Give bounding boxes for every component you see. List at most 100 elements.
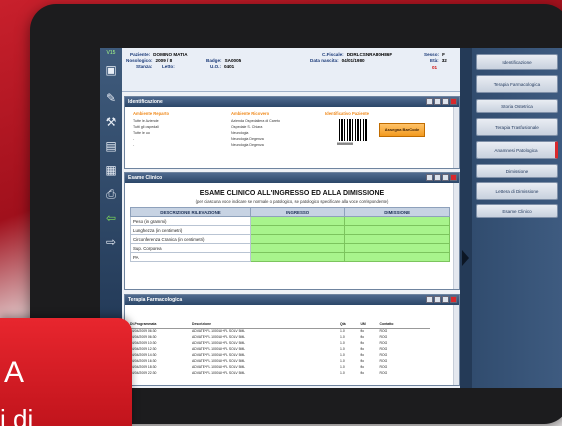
menu-splitter[interactable] bbox=[460, 48, 472, 388]
nosologico-field: Nosologico: 2009 / 8 bbox=[126, 58, 173, 63]
dimissione-input[interactable] bbox=[344, 234, 450, 244]
uo-field: U.O.: 0401 bbox=[210, 64, 235, 69]
letto-field: Letto: bbox=[162, 64, 175, 69]
assegna-barcode-button[interactable]: Assegna BarCode bbox=[379, 123, 425, 137]
row-label: Peso (in grammi) bbox=[130, 216, 251, 226]
sesso-field: Sesso: F bbox=[424, 52, 445, 57]
maximize-icon[interactable] bbox=[442, 296, 449, 303]
table-row[interactable]: 14/04/2009 22:30 ADVATE*FL 1000UI+FL SOLV… bbox=[130, 370, 430, 376]
table-row: Circonferenza Cranica (in centimetri) bbox=[130, 234, 450, 244]
close-icon[interactable] bbox=[450, 174, 457, 181]
panel-window-buttons bbox=[426, 296, 457, 303]
menu-item-lettera-dimissione[interactable]: Lettera di Dimissione bbox=[476, 182, 558, 200]
column-header[interactable]: Descrizione bbox=[192, 321, 340, 329]
column-header[interactable]: Contatto bbox=[379, 321, 430, 329]
eta-field: Età: 32 bbox=[430, 58, 447, 63]
back-arrow-icon[interactable]: ⇦ bbox=[103, 210, 119, 226]
identificazione-title: Identificazione bbox=[125, 97, 459, 107]
esame-clinico-title: Esame Clinico bbox=[125, 173, 459, 183]
menu-item-esame-clinico[interactable]: Esame Clinico bbox=[476, 204, 558, 218]
ambiente-ricovero: Ambiente Ricovero Azienda Ospedaliera di… bbox=[231, 111, 280, 147]
terapia-panel: Terapia Farmacologica Dt.Programmata Des… bbox=[124, 294, 460, 386]
maximize-icon[interactable] bbox=[442, 174, 449, 181]
menu-item-terapia-farmacologica[interactable]: Terapia Farmacologica bbox=[476, 75, 558, 93]
document-icon[interactable]: ▤ bbox=[103, 138, 119, 154]
collapse-arrow-icon[interactable] bbox=[462, 250, 469, 266]
identificazione-panel: Identificazione Ambiente Reparto Tutte l… bbox=[124, 96, 460, 169]
menu-item-storia-ostetrica[interactable]: Storia Ostetrica bbox=[476, 99, 558, 113]
close-icon[interactable] bbox=[450, 296, 457, 303]
column-header: INGRESSO bbox=[249, 207, 346, 217]
menu-item-terapia-trasfusionale[interactable]: Terapia Trasfusionale bbox=[476, 118, 558, 136]
cf-field: C.Fiscale: DDRLCSNRA80H86F bbox=[322, 52, 393, 57]
patient-name-field: Paziente: DOMINO MATIA bbox=[130, 52, 188, 57]
esame-heading: ESAME CLINICO ALL'INGRESSO ED ALLA DIMIS… bbox=[199, 190, 385, 197]
cell: 1.0 bbox=[340, 371, 345, 375]
esame-clinico-panel: Esame Clinico ESAME CLINICO ALL'INGRESSO… bbox=[124, 172, 460, 290]
menu-item-identificazione[interactable]: Identificazione bbox=[476, 54, 558, 70]
row-label: Sup. Corporea bbox=[130, 243, 251, 253]
ingresso-input[interactable] bbox=[249, 252, 346, 262]
forward-arrow-icon[interactable]: ⇨ bbox=[103, 234, 119, 250]
barcode-number: 00000000 bbox=[337, 142, 353, 146]
cell: ROG bbox=[379, 371, 388, 375]
row-label: Lunghezza (in centimetri) bbox=[130, 225, 251, 235]
monitor-icon[interactable]: ▣ bbox=[103, 62, 119, 78]
row-label: PA bbox=[130, 252, 251, 262]
table-row: PA bbox=[130, 252, 450, 262]
ambiente-reparto: Ambiente Reparto Tutte le Aziende Tutti … bbox=[133, 111, 170, 147]
esame-table: DESCRIZIONE RILEVAZIONE INGRESSO DIMISSI… bbox=[130, 207, 450, 262]
column-header[interactable]: Qtà bbox=[340, 321, 361, 329]
promo-card: A i di bbox=[0, 318, 132, 426]
stanza-field: Stanza: bbox=[136, 64, 153, 69]
dimissione-input[interactable] bbox=[344, 216, 450, 226]
promo-small-text: i di bbox=[0, 404, 34, 426]
restore-icon[interactable] bbox=[434, 174, 441, 181]
dimissione-input[interactable] bbox=[344, 225, 450, 235]
dimissione-input[interactable] bbox=[344, 243, 450, 253]
table-row: Peso (in grammi) bbox=[130, 216, 450, 226]
column-header[interactable]: UM bbox=[360, 321, 380, 329]
minimize-icon[interactable] bbox=[426, 174, 433, 181]
column-header[interactable]: Dt.Programmata bbox=[130, 321, 192, 329]
save-icon[interactable]: ▦ bbox=[103, 162, 119, 178]
restore-icon[interactable] bbox=[434, 296, 441, 303]
esame-subheading: (per ciascuna voce indicare se normale o… bbox=[195, 199, 389, 204]
table-row: Lunghezza (in centimetri) bbox=[130, 225, 450, 235]
menu-item-anamnesi-patologica[interactable]: Anamnesi Patologica bbox=[476, 141, 558, 159]
maximize-icon[interactable] bbox=[442, 98, 449, 105]
identificazione-scrollbar[interactable] bbox=[453, 107, 459, 168]
terapia-scrollbar[interactable] bbox=[453, 305, 459, 385]
pencil-icon[interactable]: ✎ bbox=[103, 90, 119, 106]
barcode-image bbox=[339, 119, 367, 141]
print-icon[interactable]: ⎙ bbox=[103, 186, 119, 202]
alert-badge[interactable]: 01 bbox=[432, 65, 437, 70]
close-icon[interactable] bbox=[450, 98, 457, 105]
table-row: Sup. Corporea bbox=[130, 243, 450, 253]
cell: flo bbox=[360, 371, 365, 375]
column-header: DESCRIZIONE RILEVAZIONE bbox=[130, 207, 251, 217]
app-screen: V15 ▣ ✎ ⚒ ▤ ▦ ⎙ ⇦ ⇨ Paziente: DOMINO MATI… bbox=[100, 48, 562, 388]
right-menu: Identificazione Terapia Farmacologica St… bbox=[460, 48, 562, 388]
minimize-icon[interactable] bbox=[426, 98, 433, 105]
promo-big-text: A bbox=[4, 356, 25, 389]
identificativo-heading: Identificativo Paziente bbox=[325, 111, 369, 116]
column-header: DIMISSIONE bbox=[344, 207, 450, 217]
terapia-title: Terapia Farmacologica bbox=[125, 295, 459, 305]
ingresso-input[interactable] bbox=[249, 243, 346, 253]
ingresso-input[interactable] bbox=[249, 234, 346, 244]
version-label: V15 bbox=[106, 50, 116, 56]
dob-field: Data nascita: 04/01/1980 bbox=[310, 58, 365, 63]
badge-field: Badge: SA0005 bbox=[206, 58, 242, 63]
esame-scrollbar[interactable] bbox=[453, 183, 459, 289]
minimize-icon[interactable] bbox=[426, 296, 433, 303]
ingresso-input[interactable] bbox=[249, 225, 346, 235]
ingresso-input[interactable] bbox=[249, 216, 346, 226]
cell: ADVATE*FL 1000UI+FL SOLV 5ML bbox=[192, 371, 246, 375]
restore-icon[interactable] bbox=[434, 98, 441, 105]
terapia-table: Dt.Programmata Descrizione Qtà UM Contat… bbox=[130, 321, 430, 376]
dimissione-input[interactable] bbox=[344, 252, 450, 262]
cell: 14/04/2009 22:30 bbox=[130, 371, 157, 375]
wrench-icon[interactable]: ⚒ bbox=[103, 114, 119, 130]
menu-item-dimissione[interactable]: Dimissione bbox=[476, 164, 558, 178]
